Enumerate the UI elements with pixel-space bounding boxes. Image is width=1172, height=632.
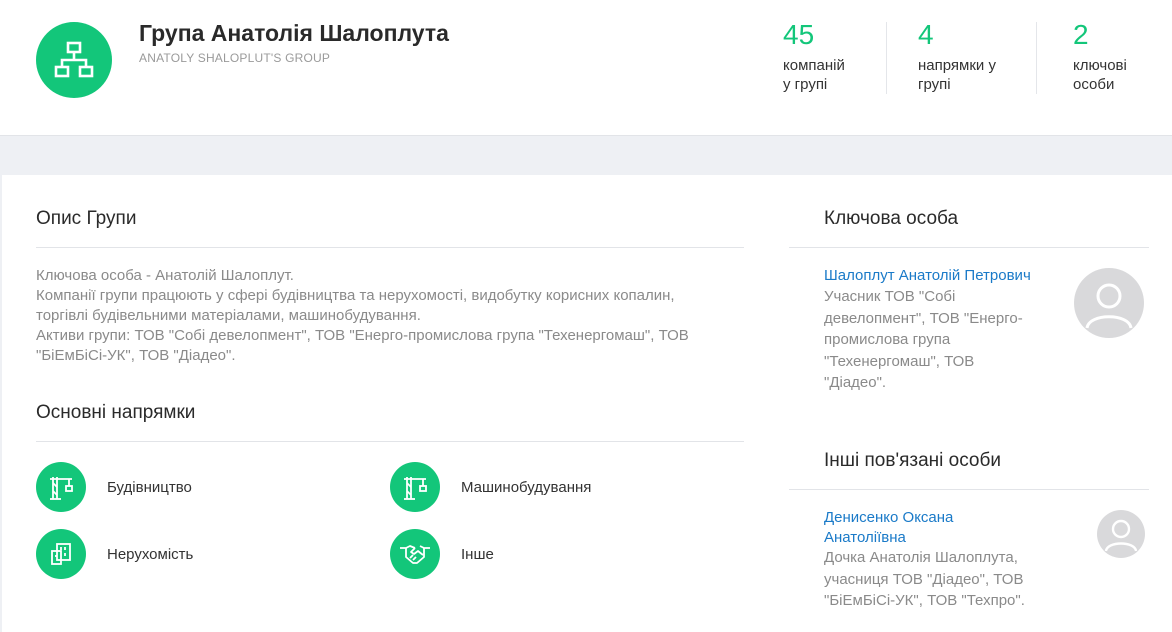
- key-person-name-link[interactable]: Шалоплут Анатолій Петрович: [824, 266, 1031, 286]
- name-line: Анатоліївна: [824, 529, 906, 546]
- group-details-card: Опис Групи Ключова особа - Анатолій Шало…: [2, 175, 1172, 632]
- description-line: Компанії групи працюють у сфері будівниц…: [36, 287, 675, 304]
- description-line: Учасник ТОВ "Собі: [824, 288, 956, 305]
- stat-label-line: компаній: [783, 57, 845, 74]
- description-text: Ключова особа - Анатолій Шалоплут. Компа…: [36, 266, 736, 366]
- direction-construction[interactable]: Будівництво: [36, 462, 192, 512]
- stat-directions[interactable]: 4 напрямки у групі: [918, 18, 996, 94]
- stat-label-line: групі: [918, 76, 951, 93]
- user-placeholder-icon: [1085, 283, 1133, 329]
- group-title: Група Анатолія Шалоплута: [139, 20, 449, 46]
- name-line: Денисенко Оксана: [824, 509, 954, 526]
- related-person-description: Дочка Анатолія Шалоплута, учасниця ТОВ "…: [824, 547, 1025, 612]
- stat-label-line: у групі: [783, 76, 828, 93]
- group-logo: [36, 22, 112, 98]
- direction-label: Нерухомість: [107, 545, 194, 563]
- divider: [789, 489, 1149, 490]
- related-persons-title: Інші пов'язані особи: [824, 450, 1001, 471]
- building-icon: [36, 529, 86, 579]
- stat-companies[interactable]: 45 компаній у групі: [783, 18, 845, 94]
- stat-label-line: ключові: [1073, 57, 1127, 74]
- description-title: Опис Групи: [36, 208, 137, 229]
- key-person-description: Учасник ТОВ "Собі девелопмент", ТОВ "Ене…: [824, 286, 1023, 394]
- group-subtitle: ANATOLY SHALOPLUT'S GROUP: [139, 51, 331, 65]
- stat-label-line: напрямки у: [918, 57, 996, 74]
- description-line: промислова група: [824, 331, 951, 348]
- stat-value: 4: [918, 19, 934, 50]
- description-line: Ключова особа - Анатолій Шалоплут.: [36, 267, 294, 284]
- description-line: торгівлі будівельними матеріалами, машин…: [36, 307, 421, 324]
- direction-label: Будівництво: [107, 478, 192, 496]
- related-person-name-link[interactable]: Денисенко Оксана Анатоліївна: [824, 508, 953, 548]
- stat-divider: [886, 22, 887, 94]
- crane-icon: [36, 462, 86, 512]
- description-line: Активи групи: ТОВ "Собі девелопмент", ТО…: [36, 327, 689, 344]
- divider: [789, 247, 1149, 248]
- stat-label: компаній у групі: [783, 56, 845, 94]
- direction-machinery[interactable]: Машинобудування: [390, 462, 591, 512]
- group-header: Група Анатолія Шалоплута ANATOLY SHALOPL…: [0, 0, 1172, 136]
- related-person-avatar[interactable]: [1097, 510, 1145, 558]
- description-line: учасниця ТОВ "Діадео", ТОВ: [824, 570, 1024, 588]
- handshake-icon: [390, 529, 440, 579]
- crane-icon: [390, 462, 440, 512]
- direction-label: Машинобудування: [461, 478, 592, 496]
- direction-real-estate[interactable]: Нерухомість: [36, 529, 193, 579]
- stat-divider: [1036, 22, 1037, 94]
- divider: [36, 247, 744, 248]
- description-line: "БіЕмБіСі-УК", ТОВ "Діадео".: [36, 347, 236, 364]
- stat-value: 45: [783, 19, 815, 50]
- direction-label: Інше: [461, 545, 494, 563]
- description-line: "БіЕмБіСі-УК", ТОВ "Техпро".: [824, 592, 1025, 609]
- user-placeholder-icon: [1104, 519, 1138, 552]
- stat-label: напрямки у групі: [918, 56, 996, 94]
- divider: [36, 441, 744, 442]
- description-line: Дочка Анатолія Шалоплута,: [824, 549, 1018, 566]
- key-person-avatar[interactable]: [1074, 268, 1144, 338]
- stat-value: 2: [1073, 19, 1089, 50]
- directions-title: Основні напрямки: [36, 402, 196, 423]
- direction-other[interactable]: Інше: [390, 529, 494, 579]
- description-line: девелопмент", ТОВ "Енерго-: [824, 309, 1023, 327]
- stat-label: ключові особи: [1073, 56, 1127, 94]
- hierarchy-icon: [54, 41, 94, 78]
- stat-key-persons[interactable]: 2 ключові особи: [1073, 18, 1127, 94]
- key-person-title: Ключова особа: [824, 208, 959, 229]
- stat-label-line: особи: [1073, 76, 1115, 93]
- description-line: "Діадео".: [824, 374, 887, 391]
- description-line: "Техенергомаш", ТОВ: [824, 352, 975, 370]
